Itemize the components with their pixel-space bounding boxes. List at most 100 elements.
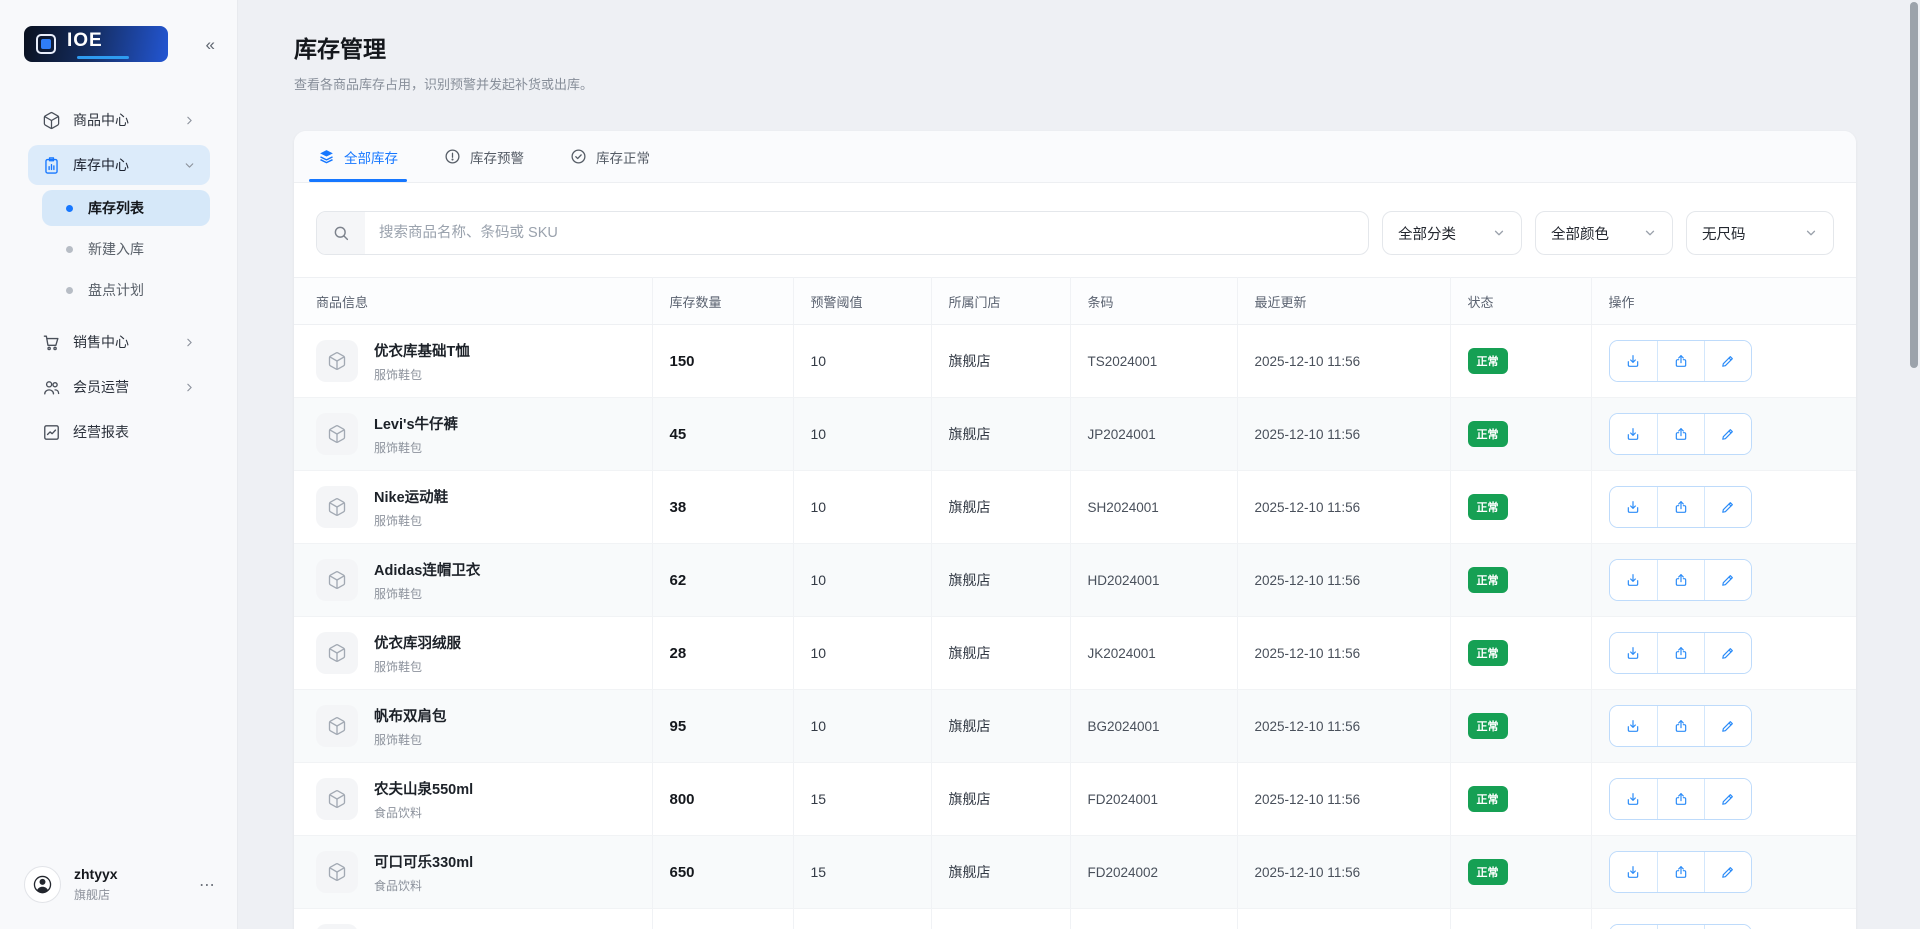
outbound-share-icon [1673,572,1689,588]
edit-button[interactable] [1704,560,1751,600]
inbound-button[interactable] [1610,341,1657,381]
sidebar-item-inventory-list[interactable]: 库存列表 [42,190,210,226]
tab-all-inventory[interactable]: 全部库存 [316,131,400,182]
size-select[interactable]: 无尺码 [1686,211,1834,255]
tab-label: 库存预警 [470,147,524,167]
col-updated: 最近更新 [1237,278,1450,325]
sidebar-item-stocktake-plan[interactable]: 盘点计划 [42,272,210,308]
edit-pencil-icon [1720,791,1736,807]
tab-inventory-warning[interactable]: 库存预警 [442,131,526,182]
inbound-button[interactable] [1610,706,1657,746]
status-badge: 正常 [1468,494,1508,520]
product-category: 服饰鞋包 [374,731,447,748]
edit-button[interactable] [1704,341,1751,381]
inbound-button[interactable] [1610,633,1657,673]
inbound-download-icon [1625,572,1641,588]
sidebar-item-product-center[interactable]: 商品中心 [28,100,210,140]
col-store: 所属门店 [931,278,1070,325]
logo-underline [77,56,129,59]
outbound-button[interactable] [1657,560,1704,600]
color-select[interactable]: 全部颜色 [1535,211,1673,255]
inbound-button[interactable] [1610,852,1657,892]
product-category: 服饰鞋包 [374,512,448,529]
edit-button[interactable] [1704,414,1751,454]
store-name: 旗舰店 [931,544,1070,617]
table-row[interactable]: 农夫山泉550ml 食品饮料 800 15 旗舰店 FD2024001 2025… [294,763,1856,836]
sidebar-item-member-ops[interactable]: 会员运营 [28,367,210,407]
inbound-button[interactable] [1610,414,1657,454]
col-barcode: 条码 [1070,278,1237,325]
sidebar-item-sales-center[interactable]: 销售中心 [28,322,210,362]
sidebar-item-label: 盘点计划 [88,280,144,300]
threshold-value: 15 [793,763,931,836]
tab-inventory-normal[interactable]: 库存正常 [568,131,652,182]
inbound-button[interactable] [1610,487,1657,527]
user-info: zhtyyx 旗舰店 [74,866,118,903]
outbound-button[interactable] [1657,341,1704,381]
sidebar-item-new-inbound[interactable]: 新建入库 [42,231,210,267]
user-panel[interactable]: zhtyyx 旗舰店 ⋯ [0,848,237,929]
outbound-button[interactable] [1657,852,1704,892]
table-row[interactable]: Nike运动鞋 服饰鞋包 38 10 旗舰店 SH2024001 2025-12… [294,471,1856,544]
threshold-value: 15 [793,836,931,909]
table-row[interactable]: Levi's牛仔裤 服饰鞋包 45 10 旗舰店 JP2024001 2025-… [294,398,1856,471]
sidebar-item-inventory-center[interactable]: 库存中心 [28,145,210,185]
sidebar-nav: 商品中心 库存中心 库存列表 新建入库 盘点计划 销售中心 [0,62,237,848]
table-row[interactable]: 乐事薯片（原味） 正常 [294,909,1856,929]
table-row[interactable]: 优衣库基础T恤 服饰鞋包 150 10 旗舰店 TS2024001 2025-1… [294,325,1856,398]
inbound-button[interactable] [1610,925,1657,929]
store-name: 旗舰店 [931,763,1070,836]
action-group [1609,924,1752,929]
alert-circle-icon [444,148,461,165]
edit-button[interactable] [1704,706,1751,746]
product-name: Levi's牛仔裤 [374,413,458,434]
barcode-value: JK2024001 [1070,617,1237,690]
inbound-button[interactable] [1610,779,1657,819]
store-name: 旗舰店 [931,690,1070,763]
product-category: 服饰鞋包 [374,366,470,383]
table-row[interactable]: Adidas连帽卫衣 服饰鞋包 62 10 旗舰店 HD2024001 2025… [294,544,1856,617]
sidebar-item-label: 会员运营 [73,377,129,397]
status-badge: 正常 [1468,713,1508,739]
sidebar: IOE « 商品中心 库存中心 库存列表 新建入库 [0,0,238,929]
collapse-icon[interactable]: « [206,36,215,53]
search-input[interactable] [365,212,1368,254]
updated-time: 2025-12-10 11:56 [1237,471,1450,544]
outbound-share-icon [1673,499,1689,515]
table-row[interactable]: 优衣库羽绒服 服饰鞋包 28 10 旗舰店 JK2024001 2025-12-… [294,617,1856,690]
edit-button[interactable] [1704,925,1751,929]
user-name: zhtyyx [74,866,118,882]
stock-qty: 150 [652,325,793,398]
edit-button[interactable] [1704,633,1751,673]
product-text: 优衣库羽绒服 服饰鞋包 [374,632,461,675]
outbound-button[interactable] [1657,633,1704,673]
sidebar-item-business-report[interactable]: 经营报表 [28,412,210,452]
action-group [1609,413,1752,455]
ellipsis-icon[interactable]: ⋯ [199,875,217,895]
scrollbar[interactable] [1910,2,1918,368]
status-badge: 正常 [1468,567,1508,593]
outbound-button[interactable] [1657,414,1704,454]
table-row[interactable]: 帆布双肩包 服饰鞋包 95 10 旗舰店 BG2024001 2025-12-1… [294,690,1856,763]
edit-pencil-icon [1720,353,1736,369]
edit-button[interactable] [1704,487,1751,527]
category-select[interactable]: 全部分类 [1382,211,1522,255]
product-category: 食品饮料 [374,804,473,821]
outbound-button[interactable] [1657,706,1704,746]
product-text: 优衣库基础T恤 服饰鞋包 [374,340,470,383]
outbound-share-icon [1673,426,1689,442]
main-content: 库存管理 查看各商品库存占用，识别预警并发起补货或出库。 全部库存 库存预警 库… [238,0,1920,929]
stock-qty [652,909,793,929]
stock-qty: 38 [652,471,793,544]
barcode-value [1070,909,1237,929]
outbound-button[interactable] [1657,925,1704,929]
product-cell: Nike运动鞋 服饰鞋包 [316,486,652,529]
edit-button[interactable] [1704,852,1751,892]
outbound-button[interactable] [1657,779,1704,819]
edit-button[interactable] [1704,779,1751,819]
threshold-value: 10 [793,325,931,398]
table-row[interactable]: 可口可乐330ml 食品饮料 650 15 旗舰店 FD2024002 2025… [294,836,1856,909]
inbound-button[interactable] [1610,560,1657,600]
outbound-button[interactable] [1657,487,1704,527]
product-name: Adidas连帽卫衣 [374,559,480,580]
